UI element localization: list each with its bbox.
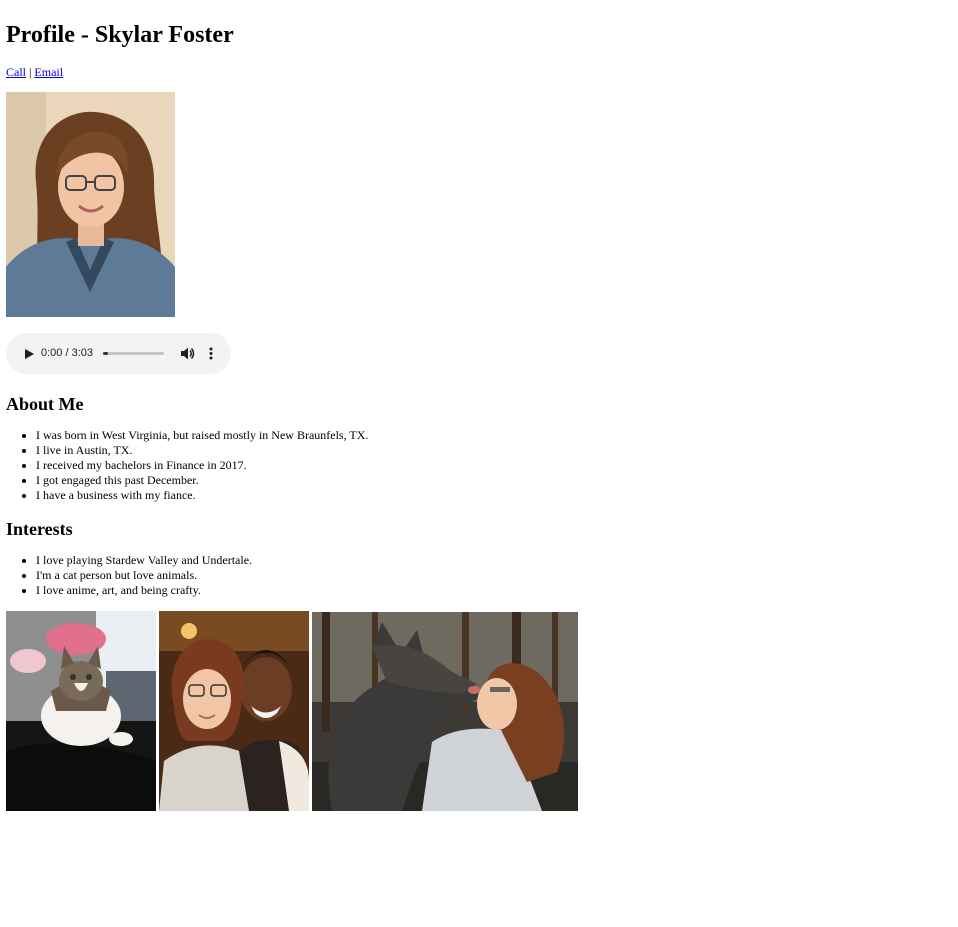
list-item: I was born in West Virginia, but raised … <box>36 428 368 443</box>
interests-list: I love playing Stardew Valley and Undert… <box>6 553 252 598</box>
cat-photo-icon <box>6 611 156 811</box>
list-item: I love anime, art, and being crafty. <box>36 583 252 598</box>
about-me-list: I was born in West Virginia, but raised … <box>6 428 368 503</box>
profile-photo <box>6 92 175 317</box>
page-title: Profile - Skylar Foster <box>6 22 234 48</box>
contact-links: Call | Email <box>6 64 63 80</box>
cat-photo <box>6 611 156 811</box>
wolf-photo <box>312 612 578 811</box>
audio-time-display: 0:00 / 3:03 <box>41 347 93 359</box>
more-options-icon[interactable] <box>205 346 217 361</box>
list-item: I'm a cat person but love animals. <box>36 568 252 583</box>
audio-player[interactable]: 0:00 / 3:03 <box>6 333 231 374</box>
wolf-photo-icon <box>312 612 578 811</box>
call-link[interactable]: Call <box>6 65 26 79</box>
list-item: I live in Austin, TX. <box>36 443 368 458</box>
list-item: I love playing Stardew Valley and Undert… <box>36 553 252 568</box>
audio-progress-fill <box>103 352 108 355</box>
volume-icon[interactable] <box>180 346 195 361</box>
list-item: I got engaged this past December. <box>36 473 368 488</box>
audio-progress-slider[interactable] <box>103 352 164 355</box>
couple-photo-icon <box>159 611 309 811</box>
link-separator: | <box>29 65 32 79</box>
list-item: I have a business with my fiance. <box>36 488 368 503</box>
email-link[interactable]: Email <box>34 65 63 79</box>
couple-photo <box>159 611 309 811</box>
list-item: I received my bachelors in Finance in 20… <box>36 458 368 473</box>
about-me-heading: About Me <box>6 394 84 414</box>
interests-heading: Interests <box>6 519 73 539</box>
profile-photo-icon <box>6 92 175 317</box>
play-icon[interactable] <box>22 347 36 361</box>
